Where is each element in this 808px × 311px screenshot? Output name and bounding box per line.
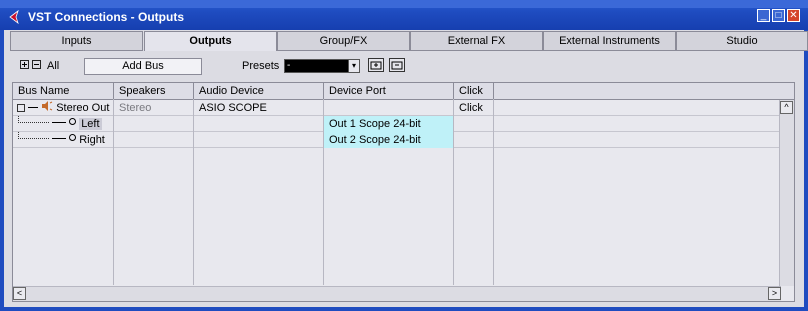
tab-outputs[interactable]: Outputs bbox=[144, 31, 277, 51]
restore-button[interactable]: □ bbox=[772, 9, 785, 22]
presets-label: Presets bbox=[242, 60, 280, 72]
column-header-speakers[interactable]: Speakers bbox=[114, 83, 194, 99]
speakers-cell[interactable]: Stereo bbox=[114, 100, 194, 116]
presets-dropdown[interactable]: - ▾ bbox=[284, 59, 360, 73]
audio-device-cell[interactable] bbox=[194, 132, 324, 148]
collapse-node-icon[interactable] bbox=[17, 104, 25, 112]
tab-group-fx[interactable]: Group/FX bbox=[277, 31, 410, 51]
title-bar-highlight bbox=[0, 0, 808, 8]
all-label: All bbox=[47, 60, 60, 72]
remove-preset-icon[interactable] bbox=[389, 58, 405, 72]
scroll-left-button[interactable]: < bbox=[13, 287, 26, 300]
audio-device-cell[interactable]: ASIO SCOPE bbox=[194, 100, 324, 116]
click-cell[interactable] bbox=[454, 132, 494, 148]
vertical-scrollbar[interactable]: ^ bbox=[779, 100, 794, 286]
column-header-device-port[interactable]: Device Port bbox=[324, 83, 454, 99]
tree-connector bbox=[52, 138, 67, 139]
column-header-click[interactable]: Click bbox=[454, 83, 494, 99]
tab-external-instruments[interactable]: External Instruments bbox=[543, 31, 676, 51]
table-row[interactable]: Left Out 1 Scope 24-bit bbox=[13, 116, 781, 132]
bus-name-cell[interactable]: Right bbox=[13, 132, 114, 148]
bus-name-cell[interactable]: Left bbox=[13, 116, 114, 132]
scroll-right-button[interactable]: > bbox=[768, 287, 781, 300]
speakers-cell[interactable] bbox=[114, 132, 194, 148]
click-cell[interactable] bbox=[454, 116, 494, 132]
bus-name-text: Right bbox=[79, 134, 105, 146]
tab-bar: Inputs Outputs Group/FX External FX Exte… bbox=[10, 31, 808, 51]
tab-inputs[interactable]: Inputs bbox=[10, 31, 143, 51]
audio-device-cell[interactable] bbox=[194, 116, 324, 132]
cubase-logo-icon bbox=[9, 9, 19, 25]
port-node-icon bbox=[69, 118, 77, 125]
collapse-all-icon[interactable] bbox=[32, 60, 41, 69]
tab-studio[interactable]: Studio bbox=[676, 31, 808, 51]
expand-all-icon[interactable] bbox=[20, 60, 29, 69]
chevron-down-icon[interactable]: ▾ bbox=[348, 59, 360, 73]
presets-value: - bbox=[287, 60, 291, 71]
table-header: Bus Name Speakers Audio Device Device Po… bbox=[13, 83, 794, 100]
tree-connector bbox=[28, 107, 39, 108]
device-port-cell[interactable]: Out 1 Scope 24-bit bbox=[324, 116, 454, 132]
click-cell[interactable]: Click bbox=[454, 100, 494, 116]
tree-connector bbox=[18, 132, 49, 139]
expand-collapse-all[interactable] bbox=[20, 60, 42, 72]
store-preset-icon[interactable] bbox=[368, 58, 384, 72]
tree-connector bbox=[18, 116, 49, 123]
close-button[interactable]: ✕ bbox=[787, 9, 800, 22]
device-port-cell[interactable]: Out 2 Scope 24-bit bbox=[324, 132, 454, 148]
table-row[interactable]: Stereo Out Stereo ASIO SCOPE Click bbox=[13, 100, 781, 116]
toolbar: All Add Bus Presets - ▾ bbox=[10, 56, 800, 78]
column-header-bus-name[interactable]: Bus Name bbox=[13, 83, 114, 99]
speakers-cell[interactable] bbox=[114, 116, 194, 132]
port-node-icon bbox=[69, 134, 77, 141]
horizontal-scrollbar[interactable]: < > bbox=[13, 286, 781, 301]
bus-name-text: Stereo Out bbox=[56, 102, 110, 114]
speaker-icon bbox=[42, 101, 53, 111]
table-row[interactable]: Right Out 2 Scope 24-bit bbox=[13, 132, 781, 148]
minimize-button[interactable]: _ bbox=[757, 9, 770, 22]
column-header-audio-device[interactable]: Audio Device bbox=[194, 83, 324, 99]
scroll-up-button[interactable]: ^ bbox=[780, 101, 793, 114]
add-bus-button[interactable]: Add Bus bbox=[84, 58, 202, 75]
window-title: VST Connections - Outputs bbox=[28, 10, 184, 24]
bus-name-text: Left bbox=[79, 118, 102, 130]
title-bar: VST Connections - Outputs _ □ ✕ bbox=[0, 0, 808, 30]
tree-connector bbox=[52, 122, 67, 123]
device-port-cell[interactable] bbox=[324, 100, 454, 116]
bus-name-cell[interactable]: Stereo Out bbox=[13, 100, 114, 116]
connections-table: Bus Name Speakers Audio Device Device Po… bbox=[12, 82, 795, 302]
tab-external-fx[interactable]: External FX bbox=[410, 31, 543, 51]
